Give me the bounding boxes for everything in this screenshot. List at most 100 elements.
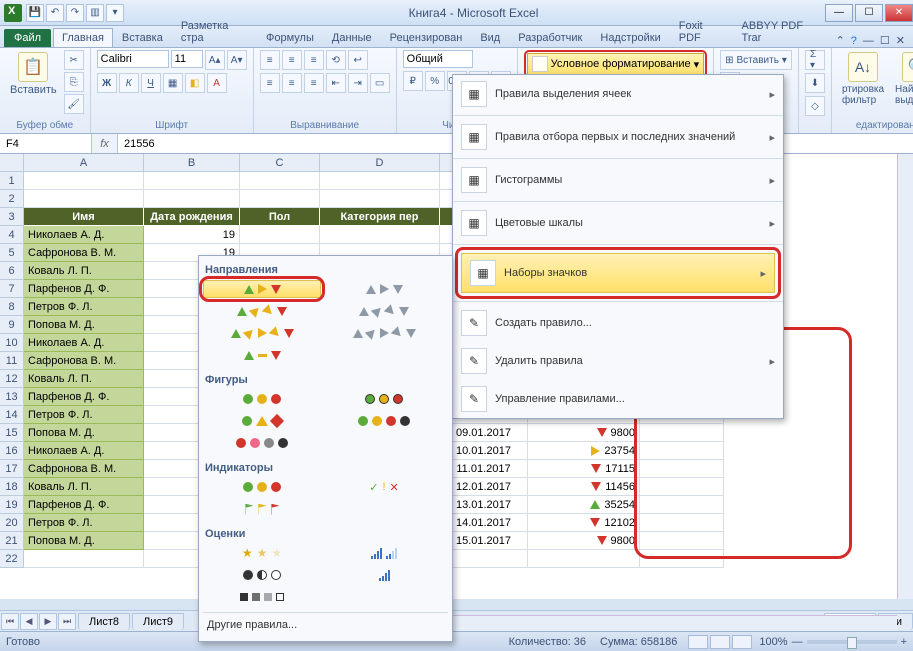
zoom-slider[interactable] <box>807 640 897 644</box>
minimize-ribbon-icon[interactable]: ⌃ <box>836 34 845 47</box>
fill-color-icon[interactable]: ◧ <box>185 73 205 93</box>
iconset-4arrows-colored[interactable] <box>203 302 321 320</box>
indent-icon[interactable]: ⇥ <box>348 73 368 93</box>
value-cell[interactable]: 35254 <box>528 496 640 514</box>
grow-font-icon[interactable]: A▴ <box>205 50 225 70</box>
mdi-close-icon[interactable]: ✕ <box>896 34 905 47</box>
tab-review[interactable]: Рецензирован <box>381 28 472 47</box>
iconset-3flags[interactable] <box>203 500 321 518</box>
tab-insert[interactable]: Вставка <box>113 28 172 47</box>
date-cell[interactable]: 09.01.2017 <box>440 424 528 442</box>
row-header[interactable]: 20 <box>0 514 24 532</box>
view-normal-icon[interactable] <box>688 635 708 649</box>
iconset-redtoblack[interactable] <box>203 434 321 452</box>
cell[interactable] <box>640 478 724 496</box>
cell[interactable] <box>528 550 640 568</box>
sheet-nav-next[interactable]: ▶ <box>39 613 57 630</box>
align-center-icon[interactable]: ≡ <box>282 73 302 93</box>
col-header-B[interactable]: B <box>144 154 240 172</box>
sheet-nav-prev[interactable]: ◀ <box>20 613 38 630</box>
mdi-min-icon[interactable]: — <box>863 35 874 47</box>
maximize-button[interactable]: ☐ <box>855 4 883 22</box>
row-header[interactable]: 14 <box>0 406 24 424</box>
value-cell[interactable]: 23754 <box>528 442 640 460</box>
name-cell[interactable]: Парфенов Д. Ф. <box>24 496 144 514</box>
cf-menu-item[interactable]: ▦Наборы значков▸ <box>461 253 775 293</box>
name-cell[interactable]: Попова М. Д. <box>24 532 144 550</box>
cell[interactable] <box>640 532 724 550</box>
row-header[interactable]: 8 <box>0 298 24 316</box>
row-header[interactable]: 12 <box>0 370 24 388</box>
find-select-button[interactable]: 🔍 Найти и выделить <box>891 50 913 108</box>
name-cell[interactable]: Николаев А. Д. <box>24 334 144 352</box>
row-header[interactable]: 21 <box>0 532 24 550</box>
tab-developer[interactable]: Разработчик <box>509 28 591 47</box>
tab-view[interactable]: Вид <box>471 28 509 47</box>
row-header[interactable]: 18 <box>0 478 24 496</box>
iconset-3stars[interactable]: ★★★ <box>203 544 321 562</box>
iconset-3symbols-circled[interactable] <box>203 478 321 496</box>
date-cell[interactable]: 10.01.2017 <box>440 442 528 460</box>
col-header-D[interactable]: D <box>320 154 440 172</box>
help-icon[interactable]: ? <box>851 35 857 47</box>
name-cell[interactable]: Петров Ф. Л. <box>24 298 144 316</box>
align-top-icon[interactable]: ≡ <box>260 50 280 70</box>
cell[interactable] <box>640 424 724 442</box>
cell[interactable] <box>320 190 440 208</box>
cf-menu-item[interactable]: ✎Управление правилами... <box>453 380 783 418</box>
qat-save-icon[interactable]: 💾 <box>26 4 44 22</box>
date-cell[interactable]: 13.01.2017 <box>440 496 528 514</box>
row-header[interactable]: 5 <box>0 244 24 262</box>
row-header[interactable]: 19 <box>0 496 24 514</box>
wrap-icon[interactable]: ↩ <box>348 50 368 70</box>
cell[interactable] <box>320 172 440 190</box>
zoom-control[interactable]: 100% — + <box>759 636 907 648</box>
sheet-tab[interactable]: Лист8 <box>78 613 130 630</box>
date-cell[interactable]: 11.01.2017 <box>440 460 528 478</box>
cut-icon[interactable]: ✂ <box>64 50 84 70</box>
iconsets-other-rules[interactable]: Другие правила... <box>203 612 448 637</box>
date-cell[interactable]: 12.01.2017 <box>440 478 528 496</box>
date-cell[interactable]: 15.01.2017 <box>440 532 528 550</box>
iconset-3triangles[interactable] <box>203 346 321 364</box>
shrink-font-icon[interactable]: A▾ <box>227 50 247 70</box>
cell[interactable] <box>144 190 240 208</box>
cell[interactable] <box>640 514 724 532</box>
name-box[interactable]: F4 <box>0 134 92 153</box>
align-left-icon[interactable]: ≡ <box>260 73 280 93</box>
autosum-icon[interactable]: Σ ▾ <box>805 50 825 70</box>
fx-icon[interactable]: fx <box>92 134 118 153</box>
minimize-button[interactable]: — <box>825 4 853 22</box>
merge-icon[interactable]: ▭ <box>370 73 390 93</box>
sheet-nav-last[interactable]: ⏭ <box>58 613 76 630</box>
close-button[interactable]: ✕ <box>885 4 913 22</box>
date-cell[interactable]: 14.01.2017 <box>440 514 528 532</box>
qat-dropdown-icon[interactable]: ▾ <box>106 4 124 22</box>
cell[interactable] <box>240 190 320 208</box>
font-size-input[interactable] <box>171 50 203 68</box>
vertical-scrollbar[interactable] <box>897 154 913 599</box>
cf-menu-item[interactable]: ▦Правила выделения ячеек▸ <box>453 75 783 113</box>
tab-home[interactable]: Главная <box>53 28 113 47</box>
row-header[interactable]: 22 <box>0 550 24 568</box>
italic-icon[interactable]: К <box>119 73 139 93</box>
cf-menu-item[interactable]: ✎Удалить правила▸ <box>453 342 783 380</box>
cell[interactable] <box>24 190 144 208</box>
iconset-3symbols-uncircled[interactable]: ✓!✕ <box>325 478 443 496</box>
cell[interactable] <box>640 550 724 568</box>
row-header[interactable]: 1 <box>0 172 24 190</box>
cell[interactable] <box>24 550 144 568</box>
cf-menu-item[interactable]: ▦Цветовые шкалы▸ <box>453 204 783 242</box>
qat-undo-icon[interactable]: ↶ <box>46 4 64 22</box>
iconset-3arrows-colored[interactable] <box>203 280 321 298</box>
cond-format-button[interactable]: Условное форматирование ▾ <box>527 53 704 75</box>
cf-menu-item[interactable]: ▦Гистограммы▸ <box>453 161 783 199</box>
name-cell[interactable]: Сафронова В. М. <box>24 352 144 370</box>
iconset-5quarters[interactable] <box>203 566 321 584</box>
tab-foxit[interactable]: Foxit PDF <box>670 16 733 47</box>
name-cell[interactable]: Николаев А. Д. <box>24 226 144 244</box>
align-bot-icon[interactable]: ≡ <box>304 50 324 70</box>
iconset-3arrows-gray[interactable] <box>325 280 443 298</box>
row-header[interactable]: 4 <box>0 226 24 244</box>
cell[interactable] <box>144 172 240 190</box>
